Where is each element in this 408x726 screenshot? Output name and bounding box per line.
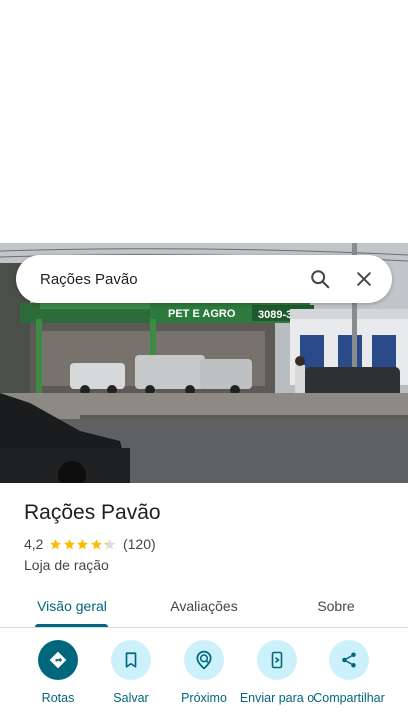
review-count: (120): [122, 536, 156, 552]
share-label: Compartilhar: [313, 691, 385, 705]
star-icon: [77, 538, 89, 549]
tab-overview[interactable]: Visão geral: [24, 584, 120, 628]
share-button[interactable]: Compartilhar: [311, 640, 387, 706]
sign-text: PET E AGRO: [168, 308, 236, 320]
tab-bar: Visão geral Avaliações Sobre: [0, 584, 408, 628]
place-category: Loja de ração: [24, 557, 109, 573]
directions-circle: [38, 640, 78, 680]
nearby-label: Próximo: [181, 691, 227, 705]
place-title: Rações Pavão: [24, 501, 161, 524]
send-to-phone-label: Enviar para o: [239, 691, 315, 705]
search-icon: [311, 270, 330, 289]
save-label: Salvar: [113, 691, 149, 705]
rating-value: 4,2: [24, 536, 44, 552]
directions-button[interactable]: Rotas: [20, 640, 96, 706]
send-to-phone-circle: [257, 640, 297, 680]
close-button[interactable]: [342, 257, 386, 301]
close-icon: [357, 272, 371, 286]
save-circle: [111, 640, 151, 680]
active-tab-indicator: [35, 624, 108, 627]
tab-about[interactable]: Sobre: [300, 584, 372, 628]
nearby-icon: [196, 650, 212, 670]
star-icon: [91, 538, 102, 549]
tab-reviews[interactable]: Avaliações: [155, 584, 253, 628]
screen: PET E AGRO 3089-3361 Rações Pavão Rações…: [0, 0, 408, 726]
star-icon: [50, 538, 62, 549]
send-to-phone-icon: [271, 651, 283, 669]
save-button[interactable]: Salvar: [93, 640, 169, 706]
share-circle: [329, 640, 369, 680]
search-bar[interactable]: Rações Pavão: [16, 255, 392, 303]
search-button[interactable]: [298, 257, 342, 301]
send-to-phone-button[interactable]: Enviar para o: [239, 640, 315, 706]
share-icon: [342, 652, 356, 668]
nearby-circle: [184, 640, 224, 680]
nearby-button[interactable]: Próximo: [166, 640, 242, 706]
bookmark-icon: [125, 652, 137, 668]
rating-stars: [49, 538, 117, 551]
directions-label: Rotas: [41, 691, 75, 705]
star-icon: [104, 538, 116, 549]
search-input[interactable]: Rações Pavão: [16, 271, 298, 288]
star-icon: [64, 538, 75, 549]
rating-row[interactable]: 4,2 (120): [24, 536, 156, 552]
directions-icon: [49, 651, 67, 669]
action-buttons: Rotas Salvar Próximo Enviar para o Compa…: [0, 640, 408, 726]
